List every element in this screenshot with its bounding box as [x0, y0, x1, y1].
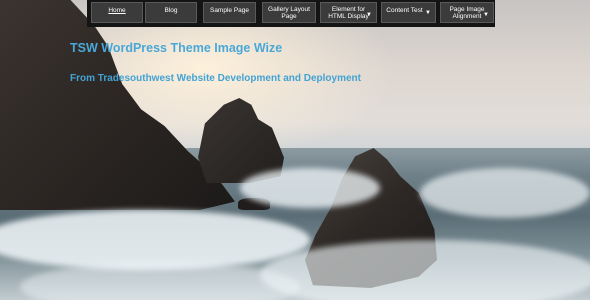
nav-item-label: Home: [108, 7, 126, 14]
site-tagline: From Tradesouthwest Website Development …: [70, 73, 361, 84]
nav-item-gallery-layout-page[interactable]: Gallery Layout Page: [262, 2, 316, 23]
nav-item-home[interactable]: Home: [91, 2, 143, 23]
nav-item-label: Element for HTML Display: [328, 5, 369, 20]
site-title[interactable]: TSW WordPress Theme Image Wize: [70, 41, 282, 55]
caret-down-icon: ▼: [425, 10, 431, 16]
nav-item-content-test[interactable]: Content Test ▼: [381, 2, 436, 23]
wave-foam: [420, 168, 590, 218]
nav-item-label: Content Test: [386, 7, 423, 14]
nav-item-label: Blog: [164, 7, 178, 14]
nav-item-page-image-alignment[interactable]: Page Image Alignment ▼: [440, 2, 494, 23]
nav-item-sample-page[interactable]: Sample Page: [203, 2, 256, 23]
wave-foam: [240, 168, 380, 208]
nav-item-blog[interactable]: Blog: [145, 2, 197, 23]
nav-item-element-for-html-display[interactable]: Element for HTML Display ▼: [320, 2, 377, 23]
caret-down-icon: ▼: [483, 12, 489, 18]
caret-down-icon: ▼: [366, 12, 372, 18]
nav-item-label: Page Image Alignment: [449, 5, 485, 20]
nav-item-label: Gallery Layout Page: [268, 5, 310, 20]
nav-item-label: Sample Page: [209, 7, 250, 14]
main-navigation: Home Blog Sample Page Gallery Layout Pag…: [87, 0, 495, 27]
